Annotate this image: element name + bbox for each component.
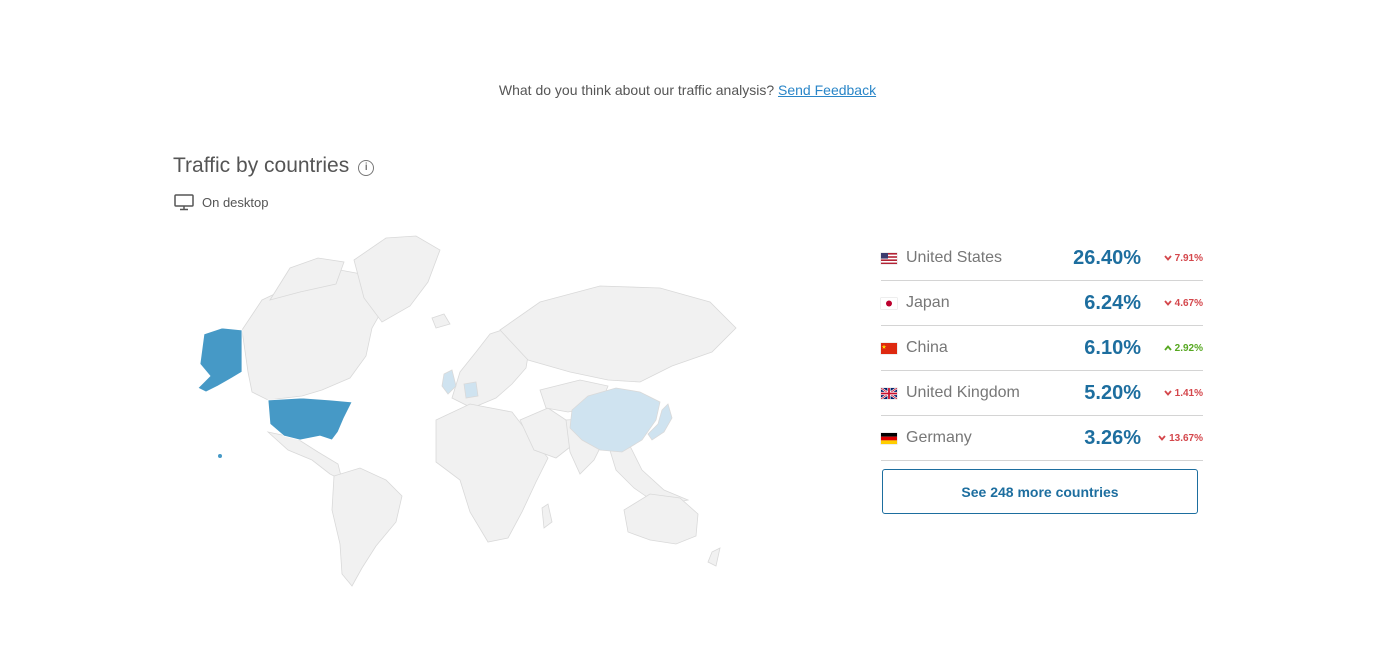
map-iceland[interactable] <box>431 313 451 329</box>
change-value: 13.67% <box>1169 432 1203 444</box>
country-row[interactable]: United Kingdom 5.20% 1.41% <box>881 371 1203 416</box>
traffic-change: 2.92% <box>1141 343 1203 354</box>
traffic-change: 7.91% <box>1141 253 1203 264</box>
traffic-change: 4.67% <box>1141 298 1203 309</box>
chevron-up-icon <box>1163 345 1172 351</box>
country-name: China <box>906 339 948 356</box>
map-uk[interactable] <box>441 369 457 395</box>
map-russia[interactable] <box>499 285 737 383</box>
change-value: 7.91% <box>1174 252 1203 264</box>
traffic-change: 13.67% <box>1141 433 1203 444</box>
jp-flag-icon <box>881 297 897 309</box>
country-row[interactable]: China 6.10% 2.92% <box>881 326 1203 371</box>
section-header: Traffic by countries i <box>173 154 375 178</box>
map-usa[interactable] <box>267 397 353 441</box>
country-row[interactable]: United States 26.40% 7.91% <box>881 236 1203 281</box>
cn-flag-icon <box>881 342 897 354</box>
country-name: Germany <box>906 429 972 446</box>
chevron-down-icon <box>1163 390 1172 396</box>
world-map <box>197 235 737 587</box>
map-germany[interactable] <box>463 381 479 399</box>
desktop-icon <box>174 194 194 211</box>
map-madagascar[interactable] <box>541 503 553 529</box>
map-australia[interactable] <box>623 493 699 545</box>
feedback-prompt: What do you think about our traffic anal… <box>0 82 1375 98</box>
section-title: Traffic by countries <box>173 154 350 177</box>
country-row[interactable]: Japan 6.24% 4.67% <box>881 281 1203 326</box>
chevron-down-icon <box>1158 435 1166 441</box>
device-filter: On desktop <box>174 194 269 211</box>
traffic-share: 6.24% <box>1084 291 1141 314</box>
traffic-share: 5.20% <box>1084 381 1141 404</box>
info-icon[interactable]: i <box>358 159 375 176</box>
map-south-america[interactable] <box>331 467 403 587</box>
gb-flag-icon <box>881 387 897 399</box>
traffic-share: 6.10% <box>1084 336 1141 359</box>
country-row[interactable]: Germany 3.26% 13.67% <box>881 416 1203 461</box>
device-label: On desktop <box>202 195 269 210</box>
country-name: Japan <box>906 294 950 311</box>
map-hawaii[interactable] <box>218 454 222 458</box>
de-flag-icon <box>881 432 897 444</box>
traffic-share: 3.26% <box>1084 426 1141 449</box>
map-usa-alaska[interactable] <box>197 327 243 393</box>
send-feedback-link[interactable]: Send Feedback <box>778 82 876 98</box>
see-more-countries-button[interactable]: See 248 more countries <box>882 469 1198 514</box>
map-new-zealand[interactable] <box>707 547 721 567</box>
country-name: United Kingdom <box>906 384 1020 401</box>
country-list: United States 26.40% 7.91% Japan 6.24% 4… <box>881 236 1203 461</box>
change-value: 4.67% <box>1174 297 1203 309</box>
chevron-down-icon <box>1163 300 1172 306</box>
traffic-change: 1.41% <box>1141 388 1203 399</box>
chevron-down-icon <box>1163 255 1172 261</box>
traffic-share: 26.40% <box>1073 246 1141 269</box>
us-flag-icon <box>881 252 897 264</box>
country-name: United States <box>906 249 1003 266</box>
change-value: 2.92% <box>1174 342 1203 354</box>
feedback-question: What do you think about our traffic anal… <box>498 82 775 98</box>
change-value: 1.41% <box>1174 387 1203 399</box>
